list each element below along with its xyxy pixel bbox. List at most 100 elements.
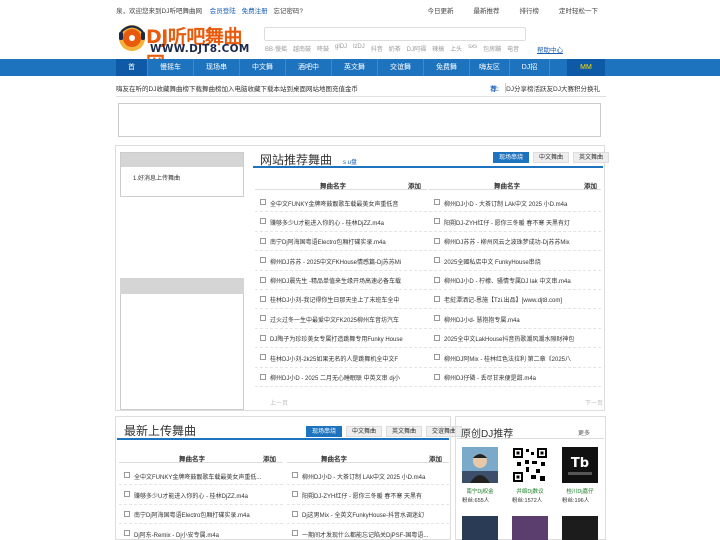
list-item[interactable]: 柳州DJ小D - 大茶订制 LAk中文 2025 小D.m4a [429,193,601,213]
song-title[interactable]: 赚够多少U才能进入你的心 - 桂林DjZZ.m4a [270,218,420,227]
subnav-right-link[interactable]: DJ大赛 [553,83,574,93]
help-center-link[interactable]: 帮助中心 [537,44,563,54]
forgot-password-link[interactable]: 忘记密码? [273,8,303,15]
subnav-right-link[interactable]: DJ分享榜 [506,83,533,93]
song-checkbox[interactable] [124,510,130,517]
list-item[interactable]: 阳朔DJ-ZYH红仔 - 愿你三冬暖 春不寒 天黑有灯 [429,212,601,232]
dj-name[interactable]: 井络Dj数议 [512,487,548,495]
song-title[interactable]: 赚够多少U才能进入你的心 - 桂林DjZZ.m4a [134,491,278,500]
register-link[interactable]: 免费注册 [242,8,268,15]
nav-item-chinese[interactable]: 中文舞曲 [240,59,286,88]
prev-page-link[interactable]: 上一页 [270,398,288,407]
list-item[interactable]: 桂林DJ小刘-我记得你生日那天坐上了末班车全中 [255,290,427,310]
login-link[interactable]: 会员登陆 [210,8,236,15]
song-title[interactable]: DJ陶子为珍珍美女专属打造跳舞专用Funky House [270,334,420,343]
list-item[interactable]: 全中文FUNKY金牌咚鼓靓歌车载最美女声重低... [119,466,283,486]
song-title[interactable]: 柳州DJ小d- 慧抱抱专属.m4a [444,315,594,324]
tab-live-medley[interactable]: 现场串烧 [306,426,343,437]
tab-english[interactable]: 英文舞曲 [573,152,610,163]
list-item[interactable]: 老挝潭洒记-恩施【Tzi.出品】[www.djt8.com] [429,290,601,310]
subnav-link[interactable]: 收藏舞曲榜 [156,83,189,93]
list-item[interactable]: 全中文FUNKY金牌咚鼓靓歌车载最美女声重低音 [255,193,427,213]
hotword-link[interactable]: 奶茶 [389,44,401,53]
song-title[interactable]: 南宁Dj阿海国粤语Electro包厢打碟实录.m4a [270,237,420,246]
dj-avatar[interactable] [462,516,498,540]
today-update-link[interactable]: 今日更新 [428,5,454,15]
song-checkbox[interactable] [434,334,440,341]
song-title[interactable]: 柳州DJ小D - 柠檬、骚情专属DJ lak 中文串.m4a [444,276,594,285]
song-title[interactable]: 阳朔DJ-ZYH红仔 - 愿你三冬暖 春不寒 天黑有 [302,491,444,500]
nav-item-bar-chinese[interactable]: 酒吧中文 [286,59,332,88]
dj-card[interactable]: Tb 桂川Dj嘉仔 粉丝:196人 [562,447,598,504]
ranking-link[interactable]: 排行榜 [520,5,540,15]
song-checkbox[interactable] [260,334,266,341]
list-item[interactable]: 柳州DJ小D - 2025 二月无心睡眠联 中英文串 dj小 [255,368,427,387]
song-checkbox[interactable] [434,276,440,283]
nav-item-live-medley[interactable]: 现场串烧 [194,59,240,88]
subnav-right-link[interactable]: 活跃友 [534,83,554,93]
dj-card[interactable]: 井络Dj数议 粉丝:1572人 [512,447,548,504]
song-checkbox[interactable] [434,354,440,361]
list-item[interactable]: 2025全中文LakHouse抖音热歌潮风潮水隙财神包 [429,329,601,349]
nav-item-dj-recruit[interactable]: DJ招募 [510,59,550,88]
song-title[interactable]: 柳州DJ苏苏 - 柳州风云之波珠梦成功-Dj苏苏Mix [444,237,594,246]
hotword-link[interactable]: 电音 [507,44,519,53]
subnav-link[interactable]: 网站地图 [306,83,332,93]
list-item[interactable]: 阳朔DJ-ZYH红仔 - 愿你三冬暖 春不寒 天黑有 [287,485,449,505]
song-title[interactable]: 一期间才发现什么都能忘记陷关DjPSF-国粤语... [302,530,444,539]
list-item[interactable]: 2025全國私店中文 FunkyHouse串烧 [429,251,601,271]
site-logo[interactable]: DJ听吧舞曲网 WWW.DJT8.COM [116,22,256,75]
song-title[interactable]: 2025全中文LakHouse抖音热歌潮风潮水隙财神包 [444,334,594,343]
tab-live-medley[interactable]: 现场串烧 [493,152,530,163]
song-checkbox[interactable] [292,472,298,478]
song-title[interactable]: 柳州DJ晨先生 -精品单值来生缘开场高速必备车载 [270,276,420,285]
song-checkbox[interactable] [260,237,266,244]
hotword-link[interactable]: DJ阿福 [407,44,426,53]
list-item[interactable]: 桂林DJ小刘-2k25如果无名的人是跳舞机全中文F [255,348,427,368]
nav-item-english[interactable]: 英文舞曲 [332,59,378,88]
next-page-link[interactable]: 下一页 [585,398,603,407]
list-item[interactable]: 柳州DJ仔磷 - 丢尽甘来便是甜.m4a [429,368,601,387]
tab-chinese[interactable]: 中文舞曲 [533,152,570,163]
nav-item-home[interactable]: 首 页 [116,59,148,88]
hotword-link[interactable]: 辣搞 [432,44,444,53]
hotword-link[interactable]: sxs [468,44,477,53]
song-checkbox[interactable] [260,295,266,302]
nav-item-friends[interactable]: 嗨友区 [470,59,510,76]
song-checkbox[interactable] [434,199,440,205]
hotword-link[interactable]: 越南鼓 [293,44,311,53]
song-checkbox[interactable] [292,491,298,498]
list-item[interactable]: 柳州DJ阿Mix - 桂林红色法拉利 第二章《2025八 [429,348,601,368]
list-item[interactable]: 柳州DJ小D - 大茶订制 LAk中文 2025 小D.m4a [287,466,449,486]
song-checkbox[interactable] [292,530,298,537]
nav-item-car-slow[interactable]: 慢摇车载 [148,59,194,88]
list-item[interactable]: 赚够多少U才能进入你的心 - 桂林DjZZ.m4a [119,485,283,505]
hotword-link[interactable]: 上头 [450,44,462,53]
song-checkbox[interactable] [292,510,298,517]
list-item[interactable]: 南宁Dj阿海国粤语Electro包厢打碟实录.m4a [255,232,427,252]
hotword-link[interactable]: BB·慢摇 [265,44,287,53]
song-title[interactable]: 全中文FUNKY金牌咚鼓靓歌车载最美女声重低音 [270,199,420,208]
song-title[interactable]: 老挝潭洒记-恩施【Tzi.出品】[www.djt8.com] [444,295,594,304]
timed-relax-link[interactable]: 定时轻松一下 [559,5,598,15]
search-input[interactable] [264,27,526,41]
dj-avatar[interactable] [512,516,548,540]
list-item[interactable]: 柳州DJ苏苏 - 柳州风云之波珠梦成功-Dj苏苏Mix [429,232,601,252]
song-checkbox[interactable] [260,199,266,205]
song-checkbox[interactable] [124,472,130,478]
dj-card[interactable]: 南宁Dj权金 粉丝:655人 [462,447,498,504]
song-checkbox[interactable] [124,491,130,498]
song-title[interactable]: 柳州DJ小D - 大茶订制 LAk中文 2025 小D.m4a [444,199,594,208]
list-item[interactable]: Dj阿东-Remix - Dj小安专属.m4a [119,524,283,540]
song-title[interactable]: 柳州DJ小D - 大茶订制 LAk中文 2025 小D.m4a [302,472,444,481]
hotword-link[interactable]: lzDJ [353,44,365,53]
song-title[interactable]: 柳州DJ仔磷 - 丢尽甘来便是甜.m4a [444,373,594,382]
side-notice-item[interactable]: 1.好消息上传舞曲 [133,173,180,182]
subnav-link[interactable]: 加入电脑收藏 [221,83,260,93]
tab-english[interactable]: 英文舞曲 [386,426,423,437]
list-item[interactable]: 一期间才发现什么都能忘记陷关DjPSF-国粤语... [287,524,449,540]
song-title[interactable]: 阳朔DJ-ZYH红仔 - 愿你三冬暖 春不寒 天黑有灯 [444,218,594,227]
list-item[interactable]: 柳州DJ小D - 柠檬、骚情专属DJ lak 中文串.m4a [429,271,601,290]
nav-item-mm[interactable]: MM [567,59,605,76]
song-title[interactable]: 柳州DJ阿Mix - 桂林红色法拉利 第二章《2025八 [444,354,594,363]
